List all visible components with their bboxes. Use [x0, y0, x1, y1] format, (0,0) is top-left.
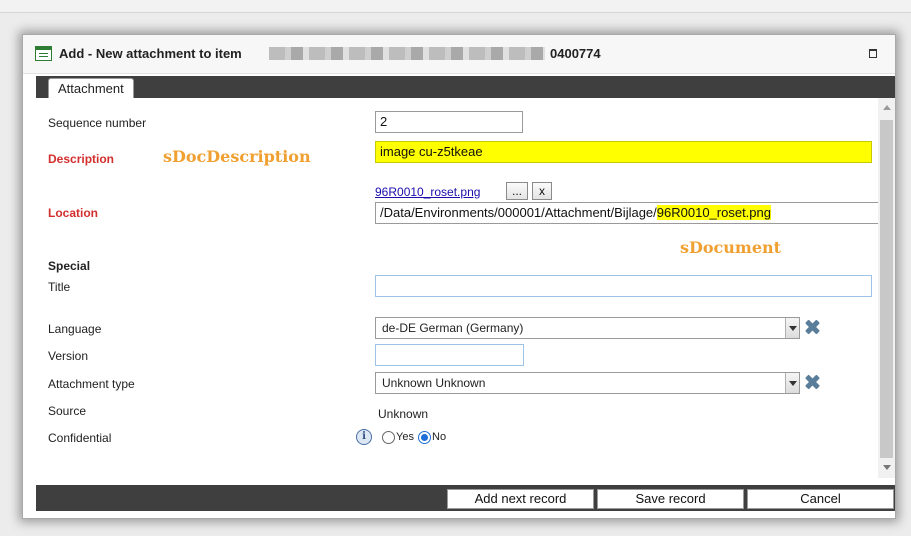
clear-location-button[interactable]: x — [532, 182, 552, 200]
save-record-button[interactable]: Save record — [597, 489, 744, 509]
form-content: Sequence number 2 Description sDocDescri… — [36, 98, 878, 478]
annotation-sdocument: sDocument — [680, 238, 782, 257]
chevron-down-icon[interactable] — [785, 318, 799, 338]
version-input[interactable] — [375, 344, 524, 366]
special-heading: Special — [48, 259, 91, 273]
title-label: Title — [48, 280, 71, 294]
language-value: de-DE German (Germany) — [382, 321, 524, 335]
tab-strip: Attachment — [36, 76, 895, 99]
scroll-down-arrow-icon[interactable] — [883, 465, 891, 470]
language-label: Language — [48, 322, 102, 336]
sequence-number-input[interactable]: 2 — [375, 111, 523, 133]
title-bar: Add - New attachment to item 0400774 — [23, 35, 895, 74]
background-header — [0, 0, 911, 13]
attachment-type-select[interactable]: Unknown Unknown — [375, 372, 800, 394]
title-input[interactable] — [375, 275, 872, 297]
location-label: Location — [48, 206, 98, 220]
confidential-no-radio[interactable] — [418, 431, 431, 444]
vertical-scrollbar[interactable] — [878, 98, 895, 478]
sequence-number-label: Sequence number — [48, 116, 147, 130]
scroll-up-arrow-icon[interactable] — [883, 105, 891, 110]
item-id: 0400774 — [550, 46, 601, 61]
confidential-yes-label: Yes — [396, 431, 414, 443]
confidential-yes-radio[interactable] — [382, 431, 395, 444]
clear-attachment-type-icon[interactable] — [803, 373, 821, 391]
confidential-label: Confidential — [48, 431, 112, 445]
confidential-no-label: No — [432, 431, 447, 443]
attachment-type-value: Unknown Unknown — [382, 376, 486, 390]
location-path-input[interactable]: /Data/Environments/000001/Attachment/Bij… — [375, 202, 878, 224]
dialog-title: Add - New attachment to item — [59, 46, 242, 61]
browse-button[interactable]: ... — [506, 182, 528, 200]
language-select[interactable]: de-DE German (Germany) — [375, 317, 800, 339]
version-label: Version — [48, 349, 89, 363]
source-value: Unknown — [378, 407, 429, 421]
maximize-icon[interactable] — [869, 49, 877, 58]
clear-language-icon[interactable] — [803, 318, 821, 336]
source-label: Source — [48, 404, 87, 418]
footer-bar: Add next record Save record Cancel — [36, 485, 895, 511]
location-path-prefix: /Data/Environments/000001/Attachment/Bij… — [380, 205, 657, 220]
location-path-file: 96R0010_roset.png — [656, 205, 771, 220]
tab-attachment[interactable]: Attachment — [48, 78, 134, 99]
attachment-dialog: Add - New attachment to item 0400774 Att… — [22, 34, 896, 519]
add-next-record-button[interactable]: Add next record — [447, 489, 594, 509]
redacted-item-name — [269, 47, 545, 60]
scroll-thumb[interactable] — [880, 120, 893, 458]
chevron-down-icon[interactable] — [785, 373, 799, 393]
description-label: Description — [48, 152, 115, 166]
annotation-sdocdescription: sDocDescription — [163, 147, 311, 166]
location-file-link[interactable]: 96R0010_roset.png — [375, 185, 480, 199]
info-icon[interactable]: i — [356, 429, 372, 445]
form-window-icon — [35, 46, 52, 61]
cancel-button[interactable]: Cancel — [747, 489, 894, 509]
description-input[interactable]: image cu-z5tkeae — [375, 141, 872, 163]
attachment-type-label: Attachment type — [48, 377, 135, 391]
